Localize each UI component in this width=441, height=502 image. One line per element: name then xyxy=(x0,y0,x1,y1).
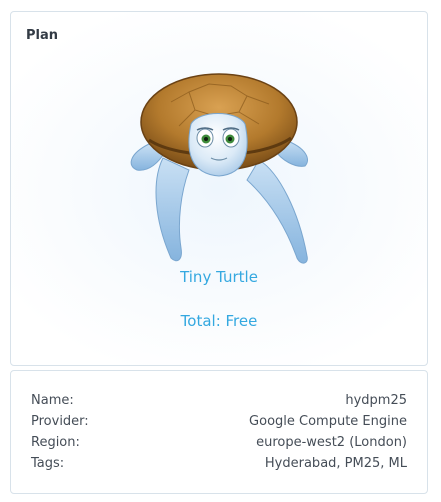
plan-heading: Plan xyxy=(26,28,59,43)
detail-label: Provider: xyxy=(31,414,89,429)
detail-row-tags: Tags: Hyderabad, PM25, ML xyxy=(31,456,407,476)
detail-label: Region: xyxy=(31,435,80,450)
detail-label: Tags: xyxy=(31,456,65,471)
turtle-icon xyxy=(119,62,319,266)
detail-row-provider: Provider: Google Compute Engine xyxy=(31,414,407,434)
detail-value: Hyderabad, PM25, ML xyxy=(264,456,407,471)
plan-total: Total: Free xyxy=(180,312,258,330)
detail-label: Name: xyxy=(31,393,74,408)
detail-value: europe-west2 (London) xyxy=(256,435,407,450)
detail-value: hydpm25 xyxy=(345,393,407,408)
detail-row-region: Region: europe-west2 (London) xyxy=(31,435,407,455)
detail-row-name: Name: hydpm25 xyxy=(31,393,407,413)
plan-card: Plan Tiny Turtle Total: Free xyxy=(10,11,428,366)
detail-value: Google Compute Engine xyxy=(249,414,407,429)
plan-name: Tiny Turtle xyxy=(180,268,258,286)
details-card: Name: hydpm25 Provider: Google Compute E… xyxy=(10,370,428,494)
